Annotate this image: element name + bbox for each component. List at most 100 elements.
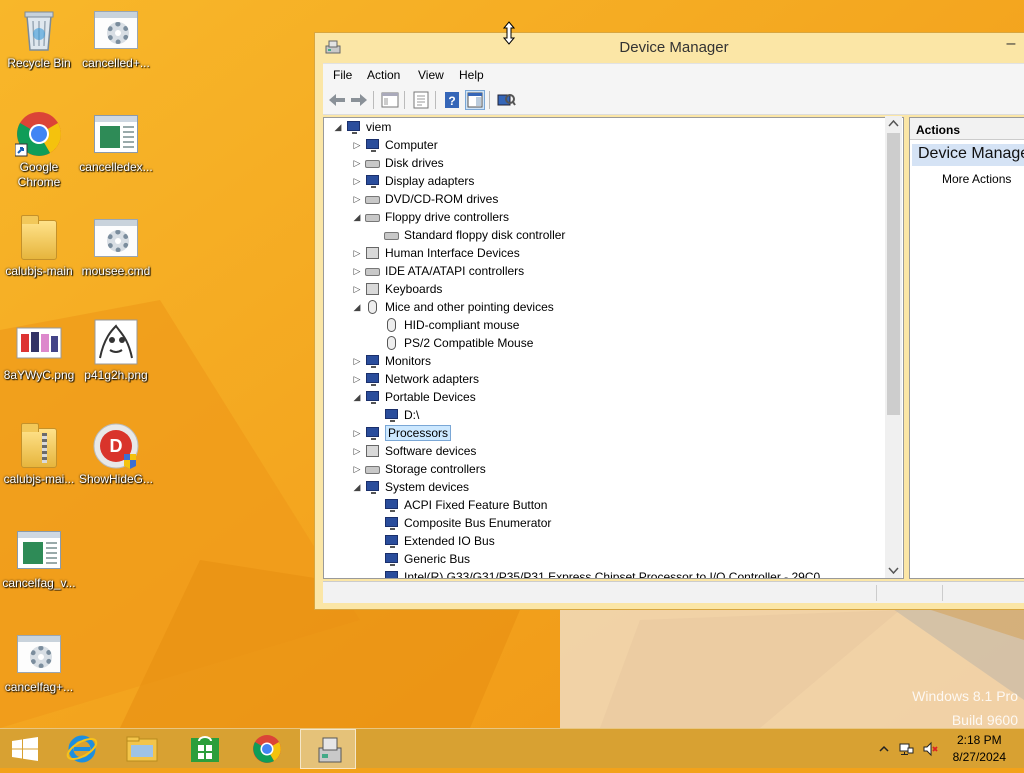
keyboard-icon bbox=[365, 282, 381, 296]
tree-item[interactable]: ◢ Mice and other pointing devices bbox=[351, 298, 554, 316]
window-document-icon bbox=[15, 526, 63, 574]
expand-arrow-icon[interactable]: ▷ bbox=[351, 136, 363, 154]
collapse-arrow-icon[interactable]: ◢ bbox=[332, 118, 344, 136]
expand-arrow-icon[interactable]: ▷ bbox=[351, 244, 363, 262]
desktop-icon-8aywyc-png[interactable]: 8aYWyC.png bbox=[0, 318, 79, 383]
tree-item[interactable]: ▷ Software devices bbox=[351, 442, 477, 460]
menu-view[interactable]: View bbox=[418, 68, 444, 82]
tree-item[interactable]: ◢ System devices bbox=[351, 478, 469, 496]
expand-arrow-icon[interactable]: ▷ bbox=[351, 370, 363, 388]
collapse-arrow-icon[interactable]: ◢ bbox=[351, 478, 363, 496]
collapse-arrow-icon[interactable]: ◢ bbox=[351, 298, 363, 316]
tree-item[interactable]: ACPI Fixed Feature Button bbox=[370, 496, 547, 514]
mouse-icon bbox=[384, 336, 400, 350]
actions-section-device-manager[interactable]: Device Manager bbox=[912, 144, 1024, 166]
desktop-icon-recycle-bin[interactable]: Recycle Bin bbox=[0, 6, 79, 71]
start-button[interactable] bbox=[0, 729, 56, 769]
back-arrow-icon[interactable] bbox=[327, 90, 347, 110]
expand-arrow-icon[interactable]: ▷ bbox=[351, 442, 363, 460]
system-clock[interactable]: 2:18 PM 8/27/2024 bbox=[953, 732, 1006, 766]
tree-item-label: Computer bbox=[385, 138, 438, 152]
tree-item[interactable]: ▷ Processors bbox=[351, 424, 452, 442]
tree-item[interactable]: ▷ Computer bbox=[351, 136, 438, 154]
tree-item[interactable]: ◢ viem bbox=[332, 118, 391, 136]
show-hide-console-tree-icon[interactable] bbox=[380, 90, 400, 110]
tree-item[interactable]: Intel(R) G33/G31/P35/P31 Express Chipset… bbox=[370, 568, 820, 578]
monitor-icon bbox=[384, 534, 400, 548]
tree-item[interactable]: ▷ IDE ATA/ATAPI controllers bbox=[351, 262, 525, 280]
expand-arrow-icon[interactable]: ▷ bbox=[351, 154, 363, 172]
expand-arrow-icon[interactable]: ▷ bbox=[351, 460, 363, 478]
device-tree[interactable]: ◢ viem ▷ Computer ▷ Disk drives ▷ Display adapt… bbox=[323, 117, 904, 579]
status-panel bbox=[323, 585, 877, 601]
desktop-icon-cancelfag-v[interactable]: cancelfag_v... bbox=[0, 526, 79, 591]
desktop-icon-cancelledex[interactable]: cancelledex... bbox=[76, 110, 156, 175]
desktop-icon-google-chrome[interactable]: Google Chrome bbox=[0, 110, 79, 190]
script-gear-icon bbox=[92, 6, 140, 54]
desktop-icon-label: Recycle Bin bbox=[7, 56, 71, 70]
expand-arrow-icon[interactable]: ▷ bbox=[351, 172, 363, 190]
taskbar-internet-explorer[interactable] bbox=[54, 729, 110, 769]
tree-item[interactable]: ▷ Monitors bbox=[351, 352, 431, 370]
menu-file[interactable]: File bbox=[333, 68, 352, 82]
tree-item[interactable]: Standard floppy disk controller bbox=[370, 226, 565, 244]
taskbar-chrome[interactable] bbox=[239, 729, 295, 769]
collapse-arrow-icon[interactable]: ◢ bbox=[351, 388, 363, 406]
computer-icon bbox=[346, 120, 362, 134]
tree-item-label: Storage controllers bbox=[385, 462, 486, 476]
tree-item[interactable]: PS/2 Compatible Mouse bbox=[370, 334, 533, 352]
desktop-icon-showhideg[interactable]: D ShowHideG... bbox=[76, 422, 156, 487]
tree-item[interactable]: ▷ Storage controllers bbox=[351, 460, 486, 478]
menu-action[interactable]: Action bbox=[367, 68, 400, 82]
desktop-icon-mousee-cmd[interactable]: mousee.cmd bbox=[76, 214, 156, 279]
volume-muted-icon[interactable] bbox=[922, 741, 938, 757]
tree-item[interactable]: ▷ Human Interface Devices bbox=[351, 244, 520, 262]
forward-arrow-icon[interactable] bbox=[349, 90, 369, 110]
menu-help[interactable]: Help bbox=[459, 68, 484, 82]
window-titlebar[interactable]: Device Manager – bbox=[315, 33, 1024, 63]
desktop-icon-p41g2h-png[interactable]: p41g2h.png bbox=[76, 318, 156, 383]
taskbar-store[interactable] bbox=[177, 729, 233, 769]
properties-icon[interactable] bbox=[411, 90, 431, 110]
taskbar-device-manager[interactable] bbox=[300, 729, 356, 769]
expand-arrow-icon[interactable]: ▷ bbox=[351, 280, 363, 298]
collapse-arrow-icon[interactable]: ◢ bbox=[351, 208, 363, 226]
svg-text:D: D bbox=[110, 436, 123, 456]
tree-item[interactable]: ▷ Network adapters bbox=[351, 370, 479, 388]
tree-item-label: Floppy drive controllers bbox=[385, 210, 510, 224]
help-icon[interactable]: ? bbox=[442, 90, 462, 110]
desktop-icon-calubjs-main-zip[interactable]: calubjs-mai... bbox=[0, 422, 79, 487]
menu-bar: File Action View Help bbox=[323, 63, 1024, 85]
tree-item-label: Display adapters bbox=[385, 174, 475, 188]
desktop-icon-calubjs-main[interactable]: calubjs-main bbox=[0, 214, 79, 279]
tree-item[interactable]: ▷ Disk drives bbox=[351, 154, 444, 172]
tree-item[interactable]: HID-compliant mouse bbox=[370, 316, 519, 334]
tree-item[interactable]: ◢ Portable Devices bbox=[351, 388, 476, 406]
tree-scrollbar[interactable] bbox=[885, 116, 902, 578]
tree-item[interactable]: ▷ DVD/CD-ROM drives bbox=[351, 190, 499, 208]
more-actions-link[interactable]: More Actions bbox=[942, 172, 1011, 186]
desktop-icon-cancelfag-cmd[interactable]: cancelfag+... bbox=[0, 630, 79, 695]
expand-arrow-icon[interactable]: ▷ bbox=[351, 262, 363, 280]
hid-icon bbox=[365, 246, 381, 260]
expand-arrow-icon[interactable]: ▷ bbox=[351, 352, 363, 370]
minimize-button[interactable]: – bbox=[1001, 35, 1021, 55]
scan-hardware-icon[interactable] bbox=[496, 90, 516, 110]
tree-item[interactable]: ◢ Floppy drive controllers bbox=[351, 208, 510, 226]
expand-arrow-icon[interactable]: ▷ bbox=[351, 190, 363, 208]
device-manager-window[interactable]: Device Manager – File Action View Help ? bbox=[314, 32, 1024, 610]
tree-item[interactable]: ▷ Keyboards bbox=[351, 280, 443, 298]
tree-item[interactable]: Generic Bus bbox=[370, 550, 470, 568]
expand-arrow-icon[interactable]: ▷ bbox=[351, 424, 363, 442]
tree-item[interactable]: Composite Bus Enumerator bbox=[370, 514, 551, 532]
tree-item[interactable]: Extended IO Bus bbox=[370, 532, 495, 550]
tree-item[interactable]: D:\ bbox=[370, 406, 419, 424]
network-icon[interactable] bbox=[898, 741, 914, 757]
desktop-icon-cancelled-cmd[interactable]: cancelled+... bbox=[76, 6, 156, 71]
tree-item-label: DVD/CD-ROM drives bbox=[385, 192, 499, 206]
taskbar-file-explorer[interactable] bbox=[114, 729, 170, 769]
clock-date: 8/27/2024 bbox=[952, 750, 1006, 764]
action-pane-icon[interactable] bbox=[465, 90, 485, 110]
tree-item[interactable]: ▷ Display adapters bbox=[351, 172, 474, 190]
show-hidden-icons-chevron-icon[interactable] bbox=[876, 741, 892, 757]
